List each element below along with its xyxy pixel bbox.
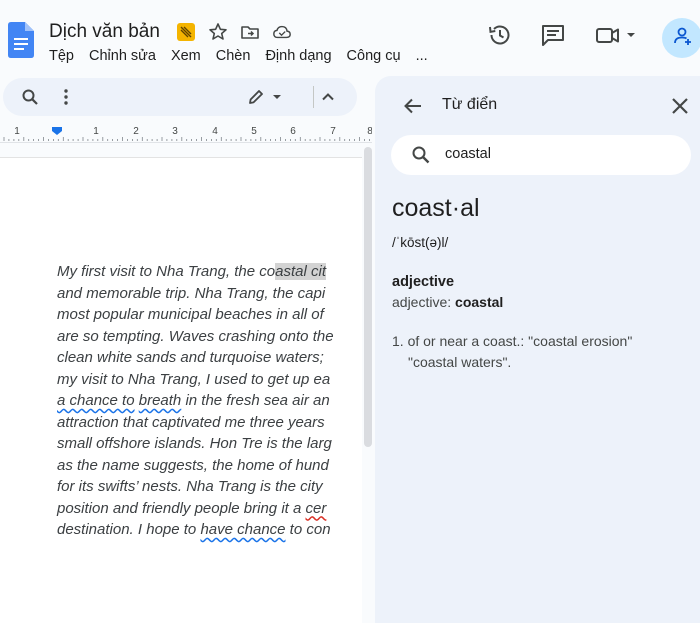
text-line[interactable]: for its swifts’ nests. Nha Trang is the … [57, 476, 362, 498]
text-line[interactable]: My first visit to Nha Trang, the coastal… [57, 261, 362, 283]
ruler-number: 4 [212, 126, 218, 137]
doc-logo-icon[interactable] [8, 22, 34, 58]
text-run: to con [285, 521, 331, 538]
text-run: position and friendly people bring it a [57, 499, 306, 517]
text-run: My first visit to Nha Trang, the co [57, 263, 276, 280]
word-form: adjective: coastal [392, 294, 503, 310]
text-run: attraction that captivated me three year… [57, 413, 325, 431]
comment-icon[interactable] [540, 22, 566, 53]
word-form-label: adjective: [392, 294, 452, 310]
definition-text: 1. of or near a coast.: "coastal erosion… [392, 333, 633, 349]
selected-text: astal [275, 263, 307, 280]
document-page[interactable]: My first visit to Nha Trang, the coastal… [0, 157, 362, 623]
text-run: as the name suggests, the home of hund [57, 456, 329, 474]
ruler-number: 1 [14, 126, 20, 137]
headword: coast·al [392, 194, 480, 222]
word-form-value: coastal [455, 294, 504, 310]
back-arrow-icon[interactable] [401, 94, 425, 118]
editing-toolbar [3, 78, 357, 116]
dictionary-panel: Từ điển coastal coast·al /ˈkōst(ə)l/ adj… [375, 76, 700, 623]
text-line[interactable]: clean white sands and turquoise waters; [57, 347, 362, 369]
menu-bar: Tệp Chỉnh sửa Xem Chèn Định dạng Công cụ… [49, 48, 428, 64]
close-icon[interactable] [668, 94, 692, 118]
dictionary-search-input[interactable]: coastal [391, 135, 691, 175]
text-run: destination. I hope to [57, 521, 201, 538]
ruler-number: 5 [251, 126, 257, 137]
text-line[interactable]: a chance to breath in the fresh sea air … [57, 390, 362, 412]
document-canvas: My first visit to Nha Trang, the coastal… [0, 145, 372, 623]
ruler-number: 8 [367, 126, 372, 137]
menu-file[interactable]: Tệp [49, 48, 74, 64]
text-run: in the fresh sea air an [181, 392, 330, 409]
share-avatar-button[interactable] [662, 18, 700, 58]
toolbar-divider [313, 86, 314, 108]
video-call-icon[interactable] [594, 22, 640, 53]
docs-header: Dịch văn bản Tệp Chỉnh sửa Xem Chèn Định… [0, 0, 700, 76]
spellcheck-text: breath [138, 392, 182, 409]
text-line[interactable]: are so tempting. Waves crashing onto the [57, 326, 362, 348]
text-line[interactable]: my visit to Nha Trang, I used to get up … [57, 369, 362, 391]
text-run: clean white sands and turquoise waters; [57, 349, 324, 366]
ruler-number: 2 [133, 126, 139, 137]
star-icon[interactable] [208, 22, 228, 42]
ruler-number: 7 [330, 126, 336, 137]
spellcheck-text: cer [305, 499, 327, 517]
tag-icon[interactable] [176, 22, 196, 42]
indent-marker-icon[interactable] [52, 127, 62, 135]
document-title[interactable]: Dịch văn bản [49, 21, 160, 43]
part-of-speech: adjective [392, 274, 455, 290]
ruler-number: 3 [172, 126, 178, 137]
dictionary-title: Từ điển [442, 96, 498, 113]
spellcheck-text: a chance to [57, 392, 135, 409]
menu-tools[interactable]: Công cụ [347, 48, 401, 64]
search-icon[interactable] [20, 87, 40, 107]
cloud-saved-icon[interactable] [272, 22, 292, 42]
definition: 1. of or near a coast.: "coastal erosion… [392, 331, 692, 373]
definition-example: "coastal waters". [408, 354, 512, 370]
document-body-text[interactable]: My first visit to Nha Trang, the coastal… [57, 261, 362, 541]
text-line[interactable]: attraction that captivated me three year… [57, 412, 362, 434]
pencil-icon[interactable] [246, 87, 266, 107]
horizontal-ruler[interactable]: 1 1 2 3 4 5 6 7 8 [0, 122, 373, 144]
ruler-number: 1 [93, 126, 99, 137]
text-run: for its swifts’ nests. Nha Trang is the … [57, 478, 323, 495]
app-window: Dịch văn bản Tệp Chỉnh sửa Xem Chèn Định… [0, 0, 700, 623]
ruler-ticks [3, 137, 370, 141]
text-run: most popular municipal beaches in all of [57, 306, 324, 323]
ruler-scale: 1 1 2 3 4 5 6 7 8 [3, 126, 373, 141]
pronunciation: /ˈkōst(ə)l/ [392, 235, 449, 250]
ruler-baseline [0, 142, 372, 143]
text-run: small offshore islands. Hon Tre is the l… [57, 435, 332, 452]
document-scrollbar[interactable] [364, 147, 372, 447]
text-line[interactable]: position and friendly people bring it a … [57, 498, 362, 520]
text-run: my visit to Nha Trang, I used to get up … [57, 370, 331, 388]
spellcheck-text: have chance [200, 521, 286, 538]
search-value: coastal [445, 146, 491, 162]
selected-text: cit [306, 263, 326, 280]
add-person-icon [671, 25, 693, 52]
ruler-numbers: 1 1 2 3 4 5 6 7 8 [14, 126, 373, 137]
caret-down-icon[interactable] [267, 87, 287, 107]
menu-format[interactable]: Định dạng [265, 48, 331, 64]
text-run: and memorable trip. Nha Trang, the capi [57, 284, 326, 302]
history-icon[interactable] [487, 22, 513, 53]
more-vert-icon[interactable] [56, 87, 76, 107]
search-icon [411, 145, 431, 165]
menu-view[interactable]: Xem [171, 48, 201, 64]
ruler-number: 6 [290, 126, 296, 137]
move-folder-icon[interactable] [240, 22, 260, 42]
text-line[interactable]: as the name suggests, the home of hund [57, 455, 362, 477]
text-line[interactable]: small offshore islands. Hon Tre is the l… [57, 433, 362, 455]
text-line[interactable]: destination. I hope to have chance to co… [57, 519, 362, 541]
chevron-up-icon[interactable] [318, 87, 338, 107]
text-line[interactable]: and memorable trip. Nha Trang, the capi [57, 283, 362, 305]
menu-more[interactable]: ... [416, 48, 428, 64]
text-line[interactable]: most popular municipal beaches in all of [57, 304, 362, 326]
menu-insert[interactable]: Chèn [216, 48, 251, 64]
text-run: are so tempting. Waves crashing onto the [57, 327, 334, 345]
menu-edit[interactable]: Chỉnh sửa [89, 48, 156, 64]
